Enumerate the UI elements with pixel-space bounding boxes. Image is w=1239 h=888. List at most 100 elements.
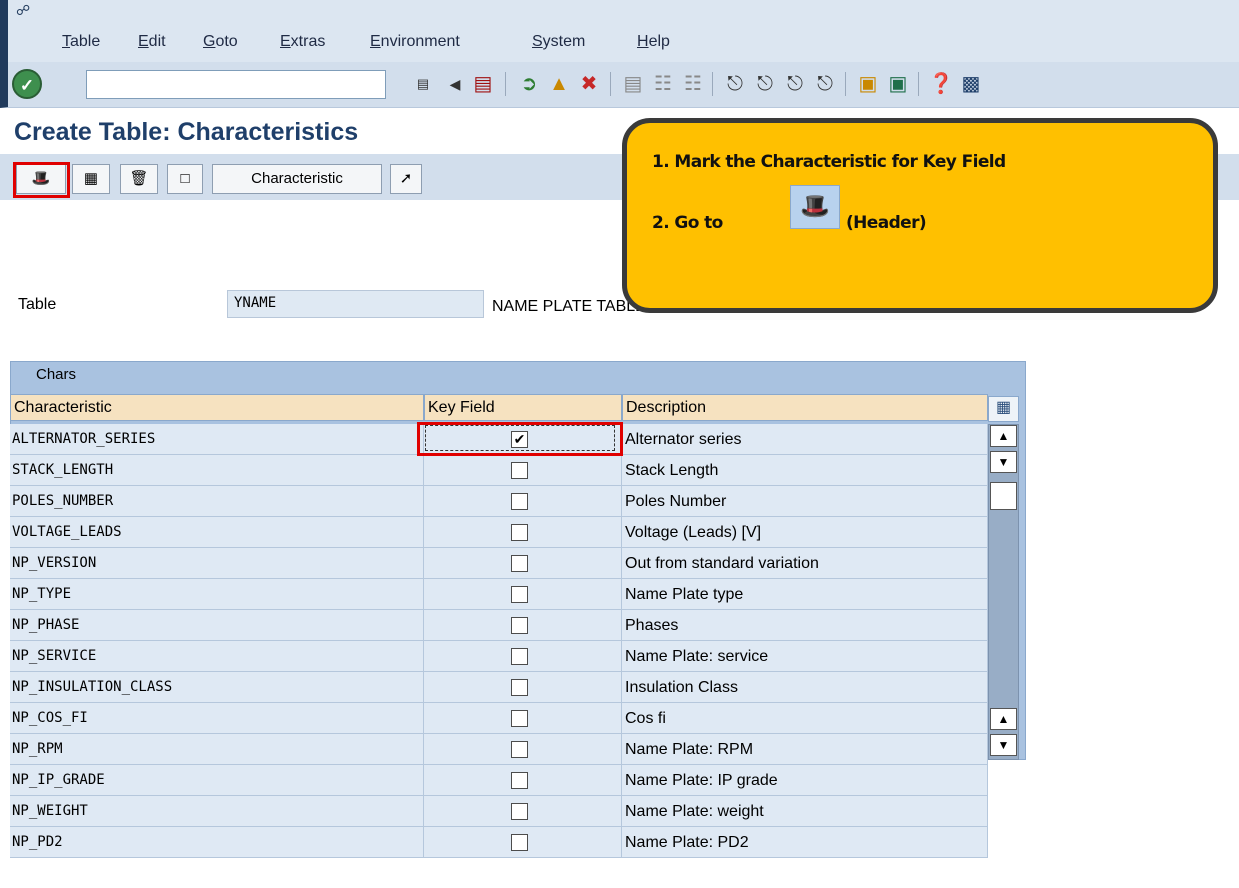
description-cell[interactable]: Poles Number [622,486,988,517]
menu-help[interactable]: Help [637,33,670,51]
table-row[interactable]: NP_PHASE Phases [10,610,988,641]
exit-icon[interactable]: ▲ [546,71,572,97]
key-field-checkbox[interactable] [511,586,528,603]
characteristic-cell[interactable]: ALTERNATOR_SERIES [10,424,424,455]
description-cell[interactable]: Name Plate type [622,579,988,610]
description-cell[interactable]: Out from standard variation [622,548,988,579]
scroll-down-icon[interactable]: ▼ [990,451,1017,473]
scrollbar-thumb[interactable] [990,482,1017,510]
description-cell[interactable]: Name Plate: PD2 [622,827,988,858]
scroll-page-down-icon[interactable]: ▼ [990,734,1017,756]
table-row[interactable]: NP_WEIGHT Name Plate: weight [10,796,988,827]
table-row[interactable]: NP_VERSION Out from standard variation [10,548,988,579]
command-dropdown-icon[interactable]: ▤ [410,71,436,97]
save-icon[interactable]: ▤ [470,71,496,97]
table-row[interactable]: NP_COS_FI Cos fi [10,703,988,734]
key-field-checkbox[interactable] [511,834,528,851]
column-header-description[interactable]: Description [622,394,988,421]
table-row[interactable]: NP_PD2 Name Plate: PD2 [10,827,988,858]
description-cell[interactable]: Insulation Class [622,672,988,703]
table-row[interactable]: VOLTAGE_LEADS Voltage (Leads) [V] [10,517,988,548]
back-icon[interactable]: ➲ [516,71,542,97]
delete-button[interactable]: 🗑 [120,164,158,194]
key-field-checkbox[interactable] [511,493,528,510]
characteristic-cell[interactable]: POLES_NUMBER [10,486,424,517]
select-button[interactable]: ➚ [390,164,422,194]
key-field-checkbox[interactable] [511,462,528,479]
scroll-up-icon[interactable]: ▲ [990,425,1017,447]
key-field-checkbox[interactable] [511,555,528,572]
key-field-checkbox[interactable] [511,772,528,789]
key-field-checkbox[interactable] [511,648,528,665]
characteristic-cell[interactable]: NP_PHASE [10,610,424,641]
characteristic-cell[interactable]: NP_TYPE [10,579,424,610]
table-row[interactable]: NP_TYPE Name Plate type [10,579,988,610]
table-settings-icon[interactable]: ▦ [988,396,1019,422]
table-row[interactable]: NP_INSULATION_CLASS Insulation Class [10,672,988,703]
create-session-icon[interactable]: ▣ [855,71,881,97]
last-page-icon[interactable]: ⎋ [812,71,838,97]
menu-goto[interactable]: Goto [203,33,238,51]
find-next-icon[interactable]: ☷ [680,71,706,97]
characteristic-cell[interactable]: NP_WEIGHT [10,796,424,827]
column-header-key-field[interactable]: Key Field [424,394,622,421]
key-field-cell [424,548,622,579]
key-field-cell [424,827,622,858]
key-field-checkbox[interactable] [511,617,528,634]
previous-page-icon[interactable]: ⎋ [752,71,778,97]
insert-row-button[interactable]: ▦ [72,164,110,194]
characteristic-cell[interactable]: NP_RPM [10,734,424,765]
key-field-checkbox[interactable] [511,524,528,541]
characteristic-cell[interactable]: NP_SERVICE [10,641,424,672]
table-row[interactable]: POLES_NUMBER Poles Number [10,486,988,517]
characteristic-button[interactable]: Characteristic [212,164,382,194]
description-cell[interactable]: Name Plate: IP grade [622,765,988,796]
key-field-checkbox[interactable] [511,710,528,727]
menu-extras[interactable]: Extras [280,33,325,51]
key-field-checkbox[interactable] [511,803,528,820]
scroll-page-up-icon[interactable]: ▲ [990,708,1017,730]
characteristic-cell[interactable]: NP_COS_FI [10,703,424,734]
command-field[interactable] [86,70,386,99]
cancel-icon[interactable]: ✖ [576,71,602,97]
description-cell[interactable]: Alternator series [622,424,988,455]
find-icon[interactable]: ☷ [650,71,676,97]
help-icon[interactable]: ❓ [928,71,954,97]
description-cell[interactable]: Stack Length [622,455,988,486]
menu-environment[interactable]: Environment [370,33,460,51]
characteristic-cell[interactable]: STACK_LENGTH [10,455,424,486]
characteristic-cell[interactable]: NP_PD2 [10,827,424,858]
key-field-cell [424,765,622,796]
menu-table[interactable]: Table [62,33,100,51]
print-icon[interactable]: ▤ [620,71,646,97]
table-name-field[interactable]: YNAME [227,290,484,318]
characteristic-cell[interactable]: NP_IP_GRADE [10,765,424,796]
characteristic-cell[interactable]: NP_VERSION [10,548,424,579]
description-cell[interactable]: Voltage (Leads) [V] [622,517,988,548]
description-cell[interactable]: Name Plate: service [622,641,988,672]
key-field-checkbox[interactable] [511,741,528,758]
separator [505,72,506,96]
next-page-icon[interactable]: ⎋ [782,71,808,97]
description-cell[interactable]: Phases [622,610,988,641]
description-cell[interactable]: Name Plate: weight [622,796,988,827]
shortcut-icon[interactable]: ▣ [885,71,911,97]
back-arrow-icon[interactable]: ◀ [442,71,468,97]
menu-system[interactable]: System [532,33,585,51]
first-page-icon[interactable]: ⎋ [722,71,748,97]
description-cell[interactable]: Name Plate: RPM [622,734,988,765]
window-menu-icon[interactable]: ☍ [16,2,30,19]
new-entries-button[interactable]: □ [167,164,203,194]
description-cell[interactable]: Cos fi [622,703,988,734]
table-row[interactable]: NP_RPM Name Plate: RPM [10,734,988,765]
table-row[interactable]: NP_SERVICE Name Plate: service [10,641,988,672]
table-row[interactable]: STACK_LENGTH Stack Length [10,455,988,486]
menu-edit[interactable]: Edit [138,33,166,51]
column-header-characteristic[interactable]: Characteristic [10,394,424,421]
enter-icon[interactable]: ✓ [12,69,42,99]
table-row[interactable]: NP_IP_GRADE Name Plate: IP grade [10,765,988,796]
key-field-checkbox[interactable] [511,679,528,696]
characteristic-cell[interactable]: VOLTAGE_LEADS [10,517,424,548]
characteristic-cell[interactable]: NP_INSULATION_CLASS [10,672,424,703]
layout-menu-icon[interactable]: ▩ [958,71,984,97]
